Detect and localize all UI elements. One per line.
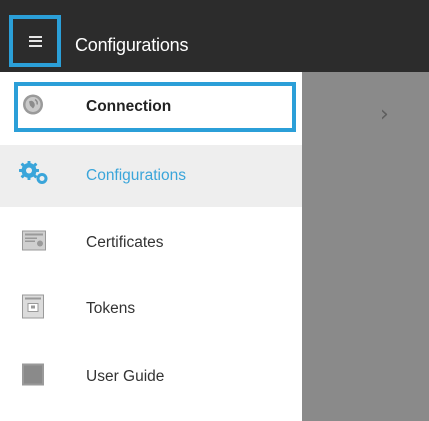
globe-icon [22, 94, 44, 121]
content-scrim[interactable]: › [302, 72, 429, 421]
drawer-item-configurations[interactable]: Configurations [0, 145, 302, 207]
app-bar: Configurations [0, 0, 429, 72]
drawer-item-label: User Guide [86, 368, 165, 385]
drawer-item-label: Certificates [86, 234, 164, 251]
navigation-drawer: Connection Configurations Certificates T… [0, 72, 302, 421]
chevron-right-icon: › [380, 102, 389, 127]
drawer-item-label: Configurations [86, 167, 186, 184]
certificate-icon [22, 230, 46, 256]
token-icon [22, 294, 44, 324]
drawer-item-label: Tokens [86, 300, 136, 317]
book-icon [22, 363, 44, 391]
drawer-item-certificates[interactable]: Certificates [0, 214, 302, 272]
drawer-item-user-guide[interactable]: User Guide [0, 348, 302, 406]
drawer-item-connection[interactable]: Connection [0, 78, 302, 136]
menu-button[interactable] [9, 15, 61, 67]
drawer-item-label: Connection [86, 98, 172, 115]
hamburger-menu-icon [28, 35, 42, 47]
page-title: Configurations [75, 35, 189, 55]
gears-icon [18, 161, 50, 192]
drawer-item-tokens[interactable]: Tokens [0, 280, 302, 338]
